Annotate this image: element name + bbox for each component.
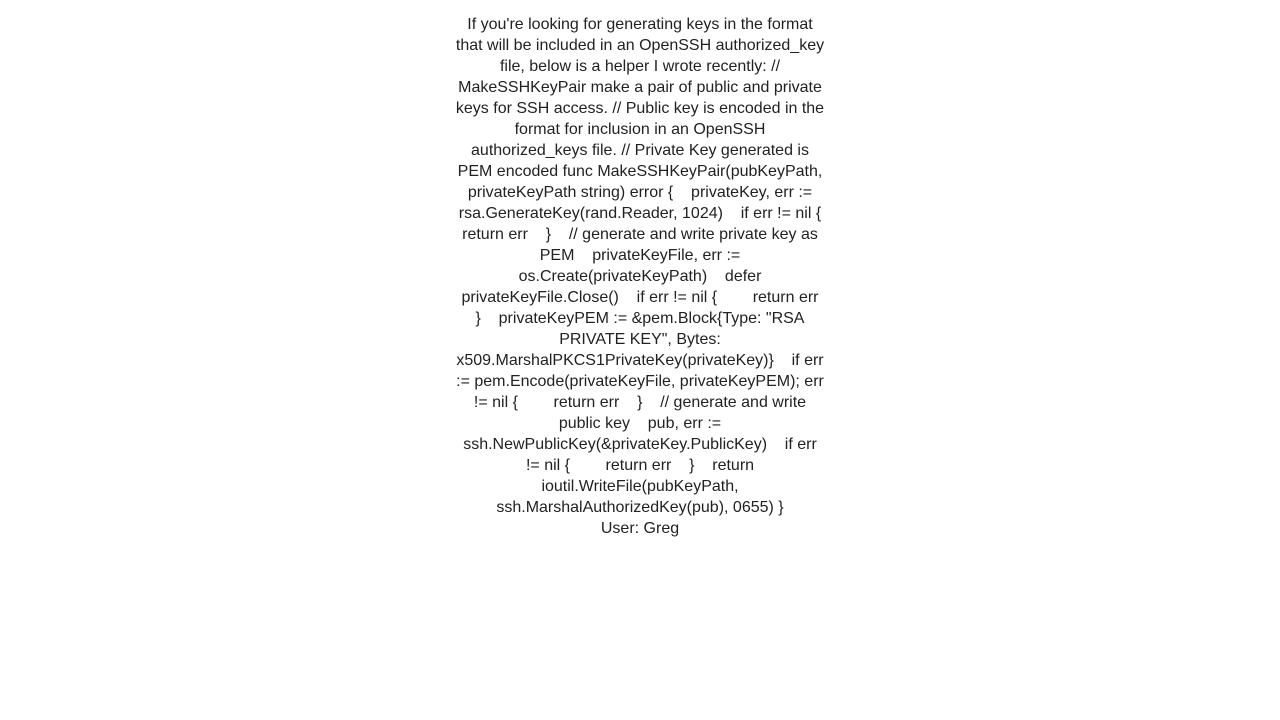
answer-content-column: If you're looking for generating keys in… bbox=[455, 14, 825, 539]
page-root: If you're looking for generating keys in… bbox=[0, 0, 1280, 720]
answer-body-text: If you're looking for generating keys in… bbox=[455, 16, 857, 516]
answer-user-attribution: User: Greg bbox=[600, 520, 680, 537]
